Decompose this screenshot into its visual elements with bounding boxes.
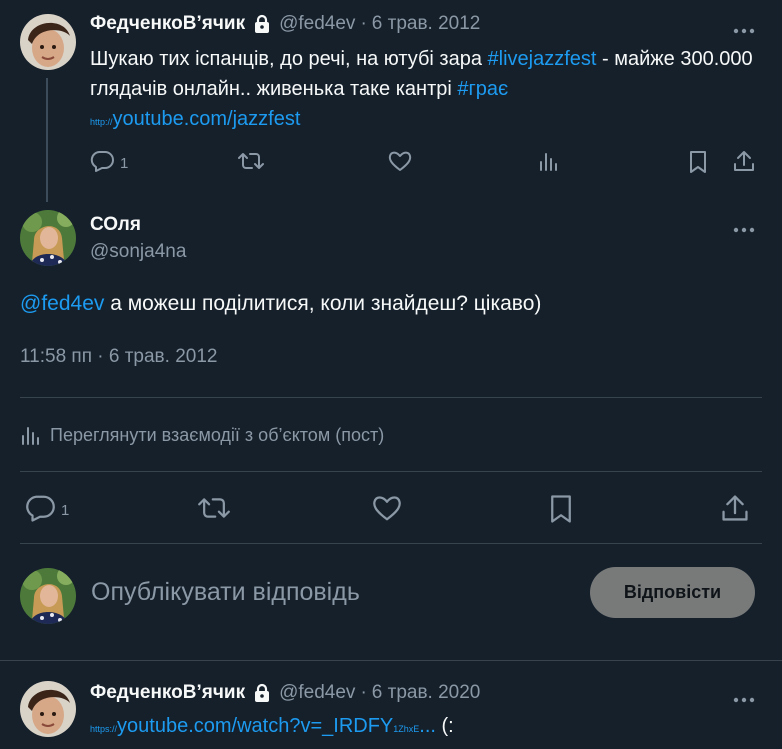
text-segment: (: [435, 715, 454, 737]
retweet-button[interactable] [238, 150, 264, 177]
mention-link[interactable]: @fed4ev [20, 292, 104, 315]
author-name[interactable]: СОля [90, 214, 141, 236]
author-handle[interactable]: @fed4ev [279, 13, 355, 35]
like-icon [372, 494, 402, 527]
tweet-date[interactable]: 6 трав. 2012 [372, 13, 481, 35]
bookmark-button[interactable] [548, 494, 574, 529]
reply-count: 1 [61, 502, 70, 519]
share-button[interactable] [721, 494, 749, 527]
reply-submit-button[interactable]: Відповісти [590, 567, 755, 618]
views-icon [538, 150, 560, 177]
link-ellipsis[interactable]: ... [419, 715, 436, 737]
views-icon [20, 424, 42, 446]
avatar[interactable] [20, 210, 76, 266]
avatar[interactable] [20, 681, 76, 737]
link-prefix[interactable]: https:// [90, 724, 117, 734]
reply-count: 1 [120, 155, 129, 172]
views-button[interactable] [538, 150, 560, 177]
bookmark-icon [548, 494, 574, 529]
url-link[interactable]: youtube.com/watch?v=_IRDFY [117, 715, 393, 737]
reply-button[interactable]: 1 [90, 150, 128, 177]
tweet-text: @fed4ev а можеш поділитися, коли знайдеш… [20, 289, 541, 319]
divider [20, 471, 762, 472]
retweet-icon [198, 494, 230, 527]
author-name[interactable]: ФедченкоВ’ячик [90, 13, 245, 35]
like-button[interactable] [388, 150, 412, 177]
lock-icon [253, 683, 271, 703]
retweet-icon [238, 150, 264, 177]
lock-icon [253, 14, 271, 34]
tweet-date[interactable]: 6 трав. 2020 [372, 682, 481, 704]
share-icon [733, 150, 755, 177]
thread-line [46, 78, 48, 202]
like-icon [388, 150, 412, 177]
author-handle[interactable]: @fed4ev [279, 682, 355, 704]
like-button[interactable] [372, 494, 402, 527]
author-handle[interactable]: @sonja4na [90, 241, 186, 263]
divider [20, 543, 762, 544]
avatar[interactable] [20, 568, 76, 624]
divider [20, 397, 762, 398]
link-prefix[interactable]: http:// [90, 117, 113, 127]
text-segment: Шукаю тих іспанців, до речі, на ютубі за… [90, 48, 488, 70]
reply-icon [25, 494, 55, 527]
avatar[interactable] [20, 14, 76, 70]
divider [0, 660, 782, 661]
text-segment: а можеш поділитися, коли знайдеш? цікаво… [104, 292, 542, 315]
tweet-header: ФедченкоВ’ячик @fed4ev · 6 трав. 2012 [90, 13, 481, 35]
bookmark-button[interactable] [688, 150, 708, 179]
link-suffix[interactable]: 1ZhxE [393, 724, 419, 734]
tweet-timestamp[interactable]: 11:58 пп · 6 трав. 2012 [20, 346, 217, 368]
view-interactions-label: Переглянути взаємодії з об’єктом (пост) [50, 424, 385, 445]
tweet-text: Шукаю тих іспанців, до речі, на ютубі за… [90, 44, 760, 137]
view-interactions-link[interactable]: Переглянути взаємодії з об’єктом (пост) [20, 424, 384, 446]
more-icon[interactable] [732, 691, 756, 703]
retweet-button[interactable] [198, 494, 230, 527]
author-name[interactable]: ФедченкоВ’ячик [90, 682, 245, 704]
url-link[interactable]: youtube.com/jazzfest [113, 108, 301, 130]
more-icon[interactable] [732, 221, 756, 233]
reply-input[interactable]: Опублікувати відповідь [91, 578, 360, 607]
hashtag-link[interactable]: #livejazzfest [488, 48, 597, 70]
hashtag-link[interactable]: #грає [457, 78, 508, 100]
reply-button[interactable]: 1 [25, 494, 69, 527]
share-icon [721, 494, 749, 527]
share-button[interactable] [733, 150, 755, 177]
tweet-header: ФедченкоВ’ячик @fed4ev · 6 трав. 2020 [90, 682, 481, 704]
tweet-text: https://youtube.com/watch?v=_IRDFY1ZhxE.… [90, 711, 454, 744]
reply-icon [90, 150, 114, 177]
more-icon[interactable] [732, 22, 756, 34]
bookmark-icon [688, 150, 708, 179]
